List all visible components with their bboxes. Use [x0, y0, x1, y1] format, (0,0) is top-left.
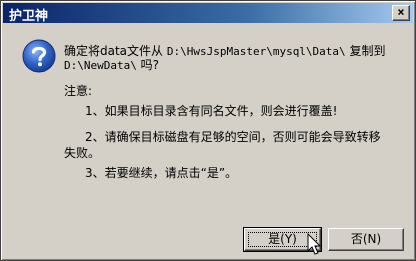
note-2: 2、请确保目标磁盘有足够的空间，否则可能会导致转移 — [85, 130, 381, 144]
message-text-suffix: 复制到 — [345, 44, 386, 58]
destination-path: D:\NewData\ — [64, 59, 137, 72]
message-question: 吗? — [136, 58, 160, 72]
note-2-continued: 失败。 — [64, 146, 101, 160]
close-button[interactable]: × — [392, 5, 410, 21]
no-button-label: 否(N) — [350, 232, 382, 246]
note-1: 1、如果目标目录含有同名文件，则会进行覆盖! — [85, 104, 338, 118]
title-bar[interactable]: 护卫神 × — [3, 3, 413, 24]
close-icon: × — [397, 5, 405, 19]
message-line-2: D:\NewData\ 吗? — [64, 57, 159, 74]
question-icon — [22, 39, 56, 73]
mouse-pointer-icon — [307, 233, 322, 255]
message-text: 确定将data文件从 — [64, 44, 167, 58]
source-path: D:\HwsJspMaster\mysql\Data\ — [166, 45, 346, 58]
note-3: 3、若要继续，请点击“是”。 — [85, 166, 238, 180]
notice-heading: 注意: — [64, 84, 93, 98]
window-title: 护卫神 — [9, 9, 49, 24]
dialog-window: 护卫神 × 确定将data文件从 D:\HwsJspMaster\mysql\D… — [0, 0, 416, 261]
no-button[interactable]: 否(N) — [328, 228, 404, 251]
